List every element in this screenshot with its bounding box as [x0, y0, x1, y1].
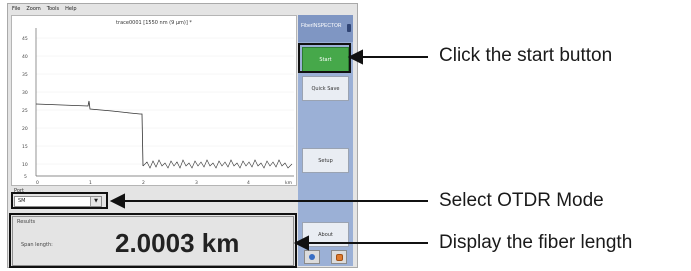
length-arrow — [293, 235, 428, 251]
start-arrow — [347, 49, 428, 65]
mode-arrow — [109, 193, 428, 209]
annotation-length: Display the fiber length — [439, 232, 633, 253]
annotation-arrows — [109, 49, 428, 251]
annotation-mode: Select OTDR Mode — [439, 190, 604, 211]
annotation-start: Click the start button — [439, 45, 613, 66]
